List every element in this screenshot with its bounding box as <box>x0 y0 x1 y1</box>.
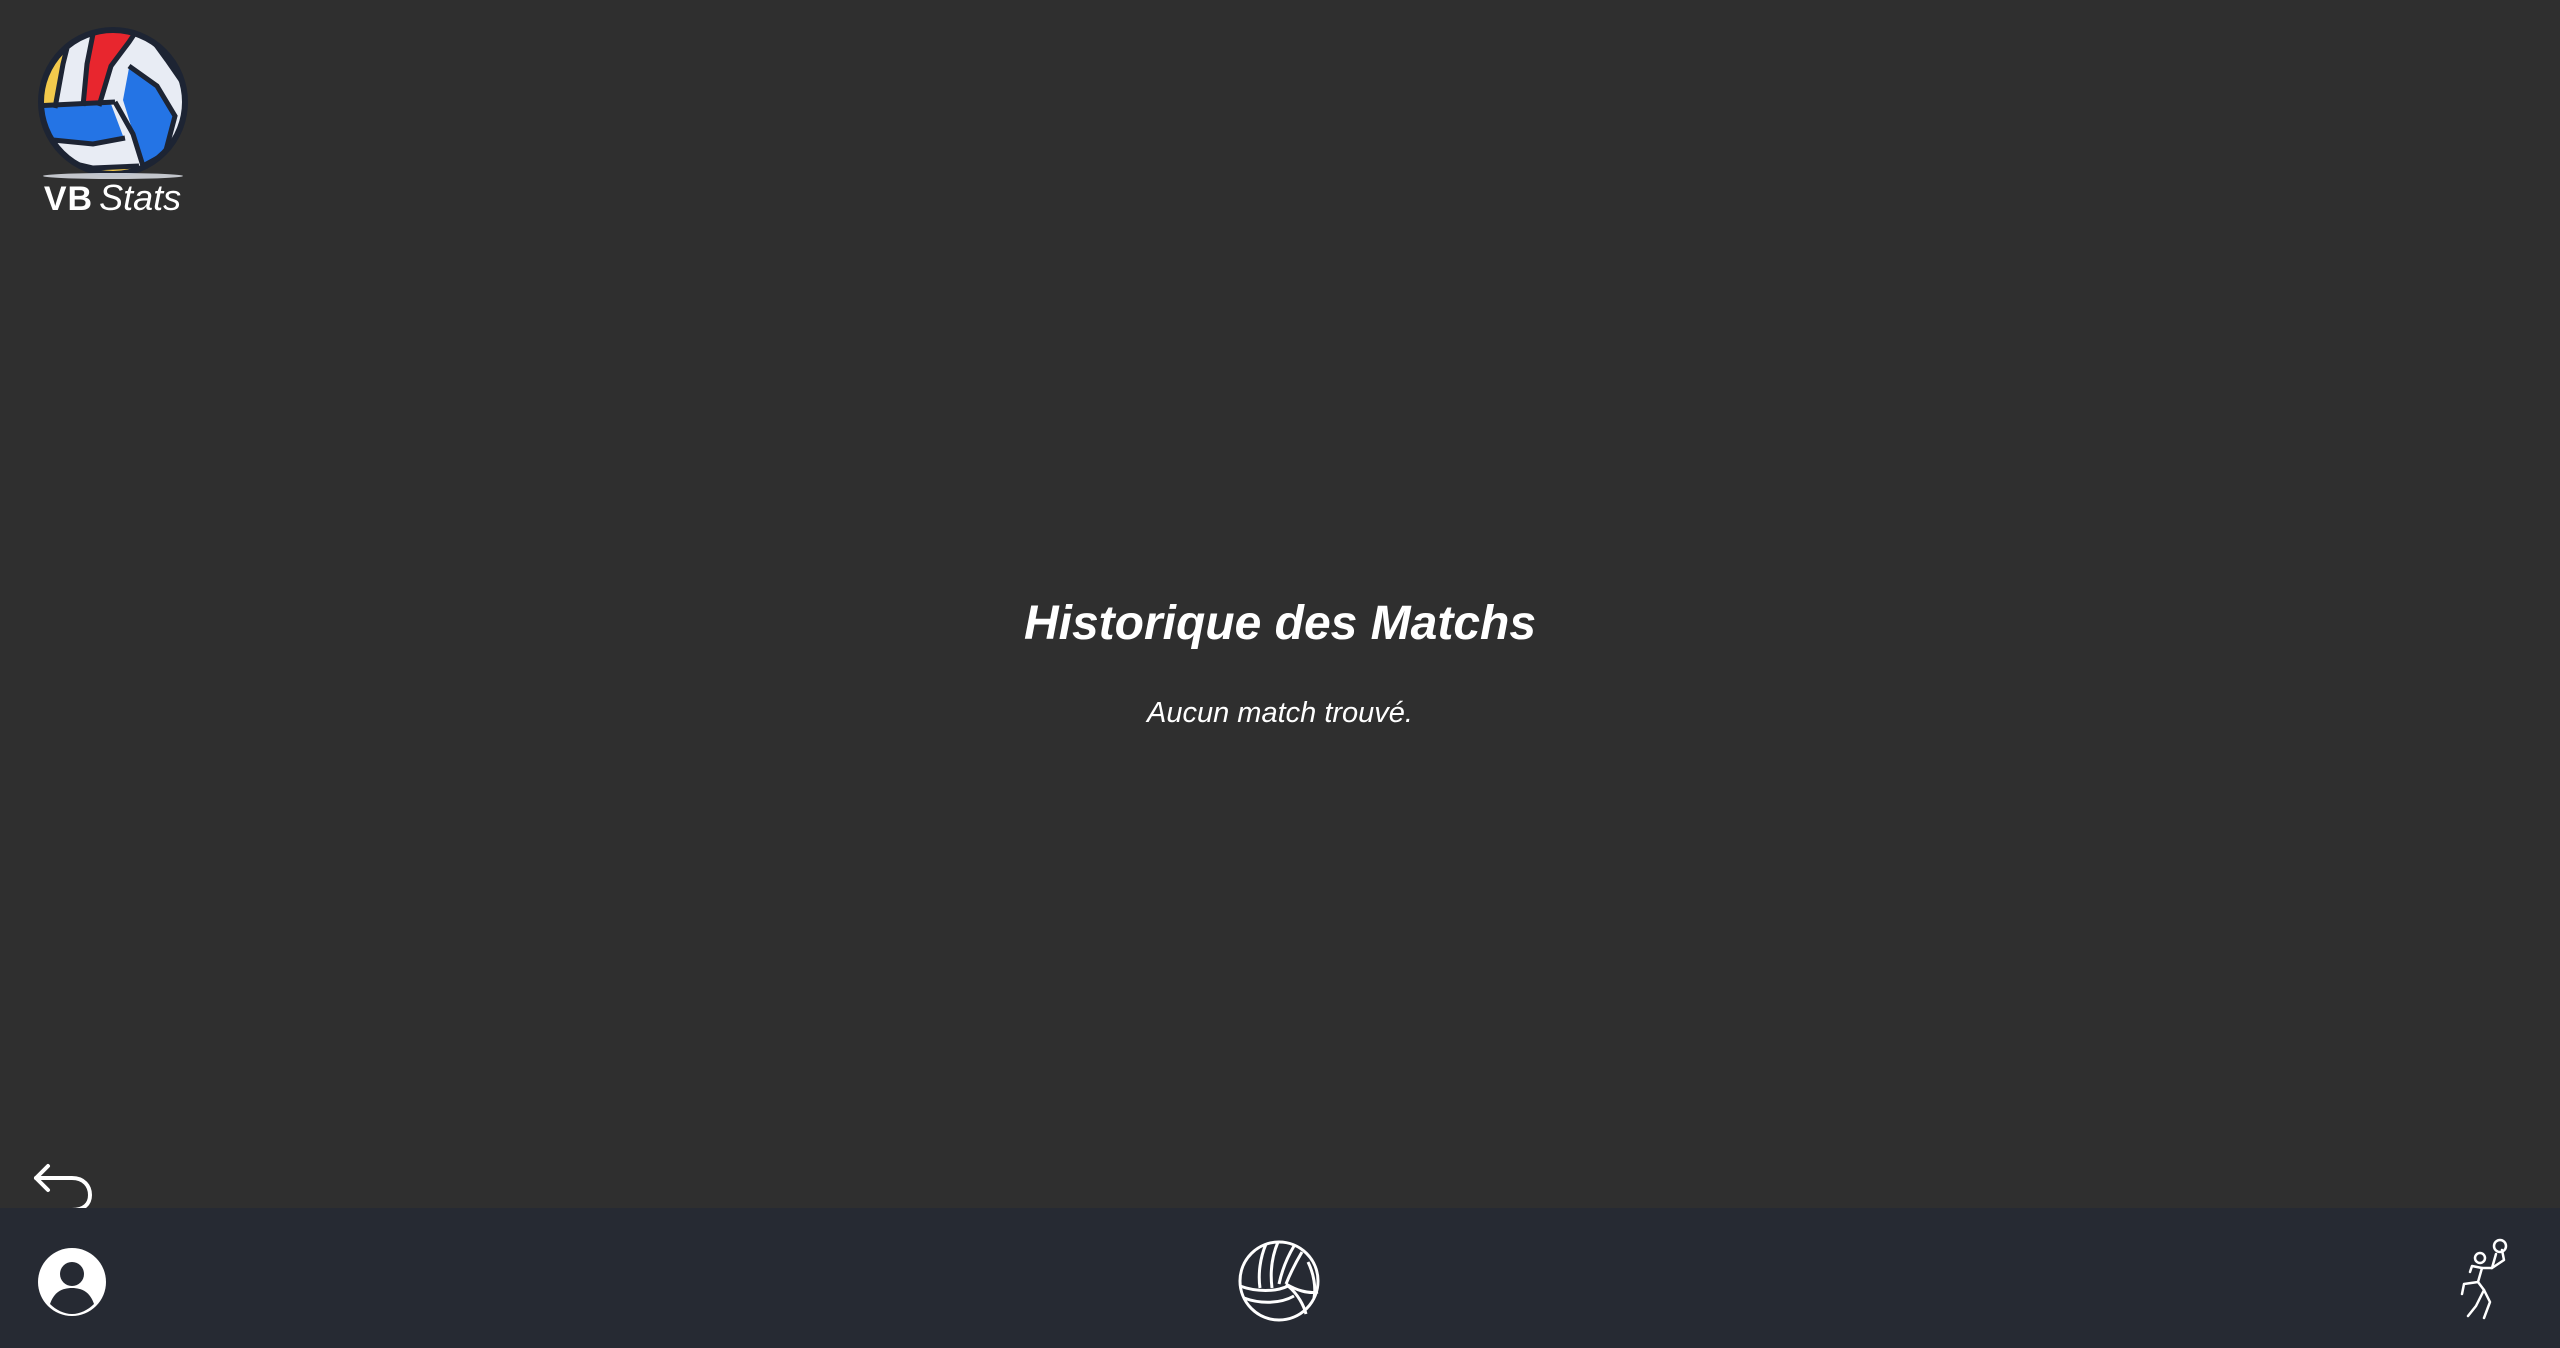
app-window: VB Stats Historique des Matchs Aucun mat… <box>0 0 2560 1348</box>
volleyball-icon <box>1238 1240 1320 1322</box>
volleyball-player-icon <box>2460 1238 2508 1320</box>
nav-players-button[interactable] <box>2454 1238 2518 1322</box>
nav-profile-button[interactable] <box>36 1246 108 1318</box>
user-circle-icon <box>38 1248 106 1316</box>
page-title: Historique des Matchs <box>1023 597 1537 650</box>
main-content: Historique des Matchs Aucun match trouvé… <box>0 0 2560 1208</box>
nav-matches-button[interactable] <box>1236 1238 1322 1324</box>
bottom-navigation-bar <box>0 1208 2560 1348</box>
empty-state-message: Aucun match trouvé. <box>1147 697 1413 729</box>
